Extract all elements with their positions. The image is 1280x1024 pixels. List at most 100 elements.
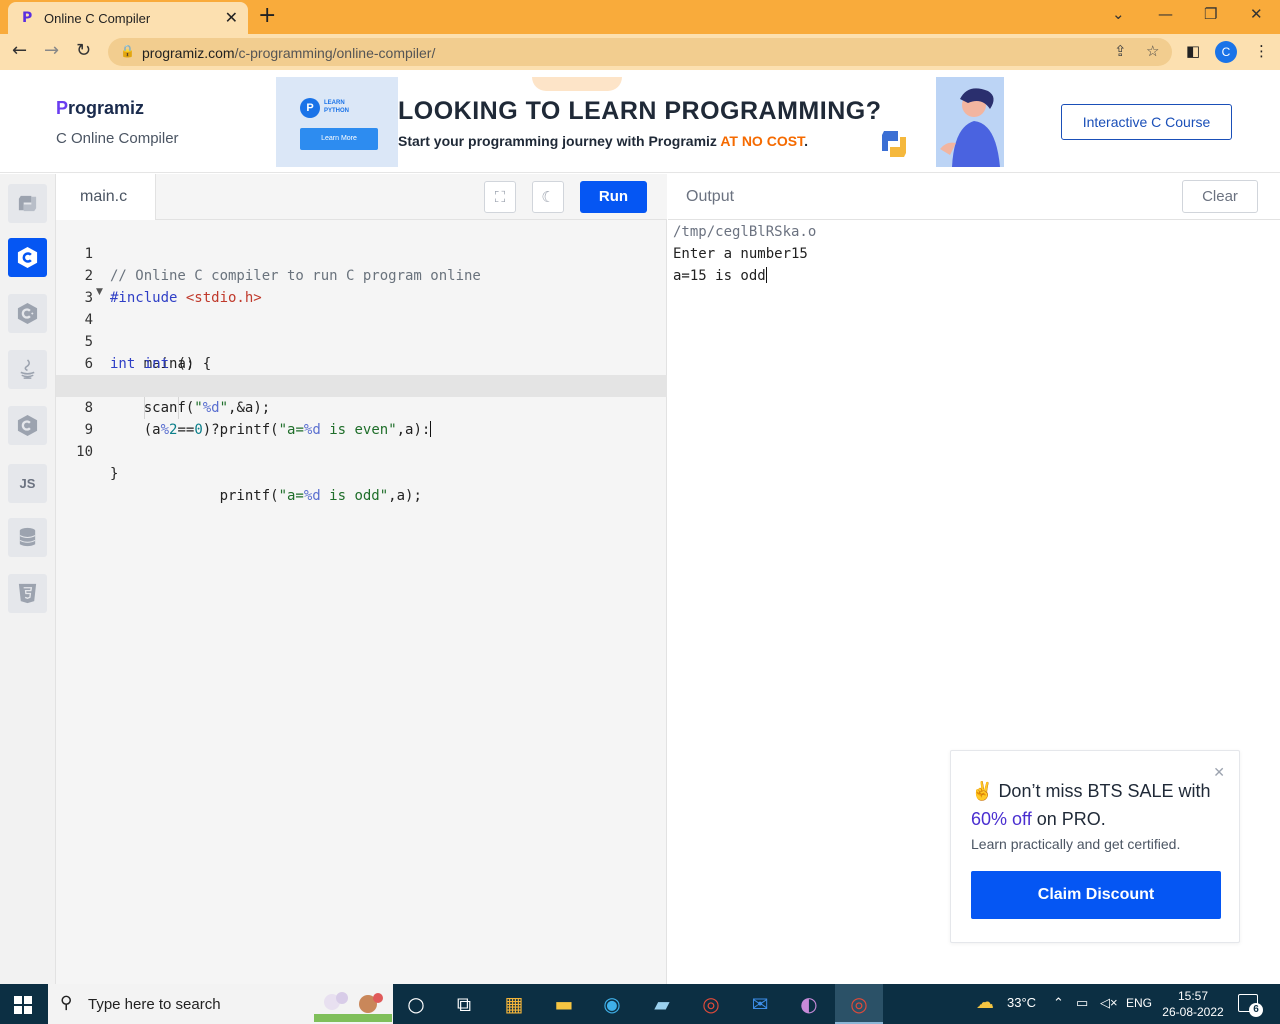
clear-button[interactable]: Clear [1182, 180, 1258, 213]
python-icon [18, 195, 37, 212]
dark-mode-button[interactable]: ☾ [532, 181, 564, 213]
share-icon[interactable]: ⇪ [1114, 42, 1127, 60]
browser-tab[interactable]: P Online C Compiler ✕ [8, 2, 248, 34]
code-line[interactable]: 9 printf("a=%d is odd",a); [56, 397, 667, 504]
taskbar-clock[interactable]: 15:57 26-08-2022 [1158, 988, 1228, 1020]
forward-button[interactable]: → [44, 40, 59, 61]
browser-toolbar: ← → ↻ 🔒 programiz.com/c-programming/onli… [0, 34, 1280, 70]
url-text: programiz.com/c-programming/online-compi… [142, 45, 436, 61]
code-line[interactable]: 2 #include <stdio.h> [56, 243, 667, 306]
sidebar-item-sql[interactable] [8, 518, 47, 557]
code-line-current[interactable]: 8 (a%2==0)?printf("a=%d is even",a): [56, 375, 667, 438]
csharp-icon [17, 414, 38, 437]
tab-search-icon[interactable]: ⌄ [1112, 5, 1125, 23]
file-tab-main-c[interactable]: main.c [56, 174, 156, 220]
task-view-icon[interactable]: ⧉ [450, 990, 478, 1018]
fullscreen-button[interactable]: ⛶ [484, 181, 516, 213]
cortana-icon[interactable]: ○ [402, 990, 430, 1018]
windows-taskbar: ⚲ Type here to search ○ ⧉ ▦ ▬ ◉ ▰ ◎ ✉ ◐ … [0, 984, 1280, 1024]
output-title: Output [686, 188, 735, 205]
eclipse-icon[interactable]: ◐ [795, 990, 823, 1018]
search-highlight-illustration [314, 992, 392, 1022]
decorative-shape [532, 77, 622, 91]
database-icon [19, 527, 36, 547]
lock-icon[interactable]: 🔒 [120, 44, 135, 58]
network-icon[interactable]: ▭ [1076, 995, 1088, 1011]
output-line: /tmp/ceglBlRSka.o [673, 224, 817, 240]
code-line[interactable]: 7 scanf("%d",&a); [56, 353, 667, 416]
mail-icon[interactable]: ✉ [746, 990, 774, 1018]
sidebar-item-c[interactable] [8, 238, 47, 277]
output-toolbar: Output Clear [668, 174, 1280, 220]
sidebar-item-python[interactable] [8, 184, 47, 223]
person-illustration [940, 88, 1000, 167]
js-icon: JS [19, 476, 36, 491]
browser-tab-strip: P Online C Compiler ✕ + ⌄ — ❐ ✕ [0, 0, 1280, 34]
close-tab-icon[interactable]: ✕ [225, 8, 238, 27]
code-line[interactable]: 6 printf("Enter a number"); [56, 331, 667, 394]
learn-python-badge: P LEARN PYTHON [300, 97, 380, 119]
address-bar[interactable]: 🔒 programiz.com/c-programming/online-com… [108, 38, 1172, 66]
fold-arrow-icon[interactable]: ▼ [96, 287, 103, 297]
reload-button[interactable]: ↻ [76, 40, 91, 61]
programiz-favicon-icon: P [22, 10, 33, 26]
minimize-button[interactable]: — [1158, 5, 1173, 23]
sidebar-item-html[interactable] [8, 574, 47, 613]
moon-icon: ☾ [541, 188, 555, 206]
code-line[interactable]: 1 // Online C compiler to run C program … [56, 221, 667, 284]
claim-discount-button[interactable]: Claim Discount [971, 871, 1221, 919]
page-subtitle: C Online Compiler [56, 130, 179, 147]
search-icon: ⚲ [60, 993, 73, 1013]
sidebar-item-csharp[interactable] [8, 406, 47, 445]
output-line: a=15 is odd [673, 267, 767, 284]
text-caret [765, 267, 767, 283]
profile-avatar[interactable]: C [1215, 41, 1237, 63]
restore-button[interactable]: ❐ [1204, 5, 1217, 23]
python-logo-icon [882, 131, 906, 157]
code-line[interactable]: 4 ▼ int main() { [56, 287, 667, 372]
java-icon [20, 359, 35, 379]
programiz-logo[interactable]: Programiz [56, 98, 144, 119]
victory-hand-icon: ✌ [971, 781, 994, 801]
edge-icon[interactable]: ◉ [598, 990, 626, 1018]
indent-guide [178, 397, 179, 419]
weather-icon[interactable]: ☁ [976, 992, 994, 1013]
back-button[interactable]: ← [12, 40, 27, 61]
temperature[interactable]: 33°C [1007, 995, 1036, 1010]
learn-more-button[interactable]: Learn More [300, 128, 378, 150]
ad-banner[interactable]: P LEARN PYTHON Learn More LOOKING TO LEAR… [276, 77, 1004, 167]
file-explorer-icon[interactable]: ▬ [550, 990, 578, 1018]
taskbar-search-box[interactable]: ⚲ Type here to search [48, 984, 393, 1024]
microsoft-store-icon[interactable]: ▦ [500, 990, 528, 1018]
language-indicator[interactable]: ENG [1126, 996, 1152, 1010]
banner-headline: LOOKING TO LEARN PROGRAMMING? [398, 97, 882, 125]
cpp-icon [17, 302, 38, 325]
code-editor[interactable]: 1 // Online C compiler to run C program … [56, 220, 667, 984]
python-badge-icon: P [300, 98, 320, 118]
bookmark-star-icon[interactable]: ☆ [1146, 42, 1159, 60]
tray-chevron-icon[interactable]: ⌃ [1053, 995, 1064, 1011]
close-window-button[interactable]: ✕ [1250, 5, 1263, 23]
new-tab-button[interactable]: + [258, 3, 276, 28]
code-line[interactable]: 10 } [56, 419, 667, 482]
windows-start-icon[interactable] [14, 996, 32, 1014]
notification-center-icon[interactable]: 6 [1238, 994, 1263, 1017]
notes-app-icon[interactable]: ▰ [648, 990, 676, 1018]
output-line: Enter a number15 [673, 246, 808, 262]
promo-heading: ✌ Don’t miss BTS SALE with 60% off on PR… [971, 781, 1211, 829]
browser-menu-icon[interactable]: ⋮ [1254, 42, 1269, 60]
interactive-c-course-button[interactable]: Interactive C Course [1061, 104, 1232, 140]
code-line[interactable]: 3 [56, 265, 667, 306]
sidebar-item-java[interactable] [8, 350, 47, 389]
side-panel-icon[interactable]: ◧ [1186, 42, 1200, 60]
language-sidebar: JS [0, 174, 56, 984]
code-line[interactable]: 5 int a; [56, 309, 667, 372]
banner-subline: Start your programming journey with Prog… [398, 133, 808, 149]
active-chrome-window[interactable]: ◎ [835, 984, 883, 1024]
volume-muted-icon[interactable]: ◁× [1100, 995, 1118, 1011]
html5-icon [18, 583, 37, 604]
sidebar-item-js[interactable]: JS [8, 464, 47, 503]
run-button[interactable]: Run [580, 181, 647, 213]
sidebar-item-cpp[interactable] [8, 294, 47, 333]
chrome-icon[interactable]: ◎ [697, 990, 725, 1018]
